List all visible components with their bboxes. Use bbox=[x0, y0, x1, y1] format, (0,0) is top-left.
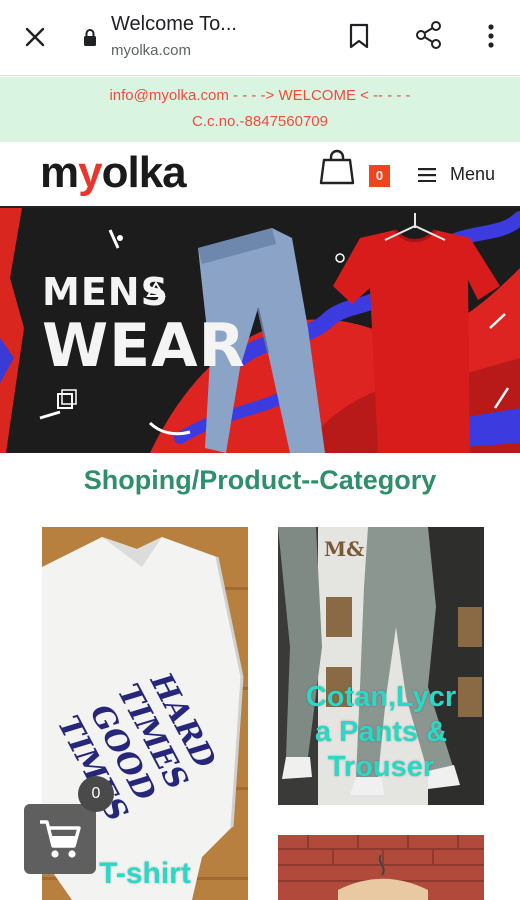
bookmark-icon[interactable] bbox=[346, 22, 372, 50]
lock-icon bbox=[84, 29, 96, 46]
cart-icon bbox=[40, 820, 81, 858]
product-3-image bbox=[278, 835, 484, 900]
browser-toolbar: Welcome To... myolka.com bbox=[0, 0, 520, 76]
logo-prefix: m bbox=[40, 148, 79, 197]
more-options-icon[interactable] bbox=[483, 22, 499, 50]
page: Welcome To... myolka.com info@myolka.com… bbox=[0, 0, 520, 900]
product-label-line-2: a Pants & bbox=[314, 716, 448, 748]
banner-heading: MENS WEAR bbox=[42, 270, 246, 378]
floating-cart-button[interactable] bbox=[24, 804, 96, 874]
banner-line-1: MENS bbox=[42, 270, 169, 314]
product-card-3[interactable] bbox=[278, 835, 484, 900]
brand-mark: M& bbox=[324, 537, 365, 561]
announcement-line-1[interactable]: info@myolka.com - - - -> WELCOME < -- - … bbox=[0, 83, 520, 109]
page-url[interactable]: myolka.com bbox=[111, 42, 191, 59]
menu-button[interactable]: Menu bbox=[418, 162, 508, 190]
product-label[interactable]: Cotan,Lycr a Pants & Trouser bbox=[278, 680, 484, 785]
site-logo[interactable]: myolka bbox=[40, 148, 187, 198]
hamburger-icon bbox=[418, 168, 436, 182]
menu-label: Menu bbox=[450, 164, 496, 184]
share-icon[interactable] bbox=[414, 20, 444, 50]
floating-cart-count: 0 bbox=[78, 776, 114, 812]
page-title: Welcome To... bbox=[111, 13, 237, 35]
product-card-pants[interactable]: M& Cotan,Lycr a Pants & Trouser bbox=[278, 527, 484, 805]
product-label-line-3: Trouser bbox=[327, 751, 435, 783]
category-heading: Shoping/Product--Category bbox=[83, 465, 437, 495]
cart-count-badge: 0 bbox=[369, 165, 390, 187]
logo-accent: y bbox=[78, 148, 103, 197]
close-icon[interactable] bbox=[20, 22, 50, 52]
shopping-bag-icon[interactable] bbox=[318, 148, 356, 186]
site-header: myolka 0 Menu bbox=[0, 142, 520, 208]
banner-line-2: WEAR bbox=[42, 311, 246, 381]
hero-banner[interactable]: MENS WEAR bbox=[0, 208, 520, 453]
announcement-line-2: C.c.no.-8847560709 bbox=[192, 113, 328, 130]
logo-suffix: olka bbox=[101, 148, 187, 197]
announcement-bar: info@myolka.com - - - -> WELCOME < -- - … bbox=[0, 77, 520, 142]
product-label-line-1: Cotan,Lycr bbox=[305, 681, 457, 713]
